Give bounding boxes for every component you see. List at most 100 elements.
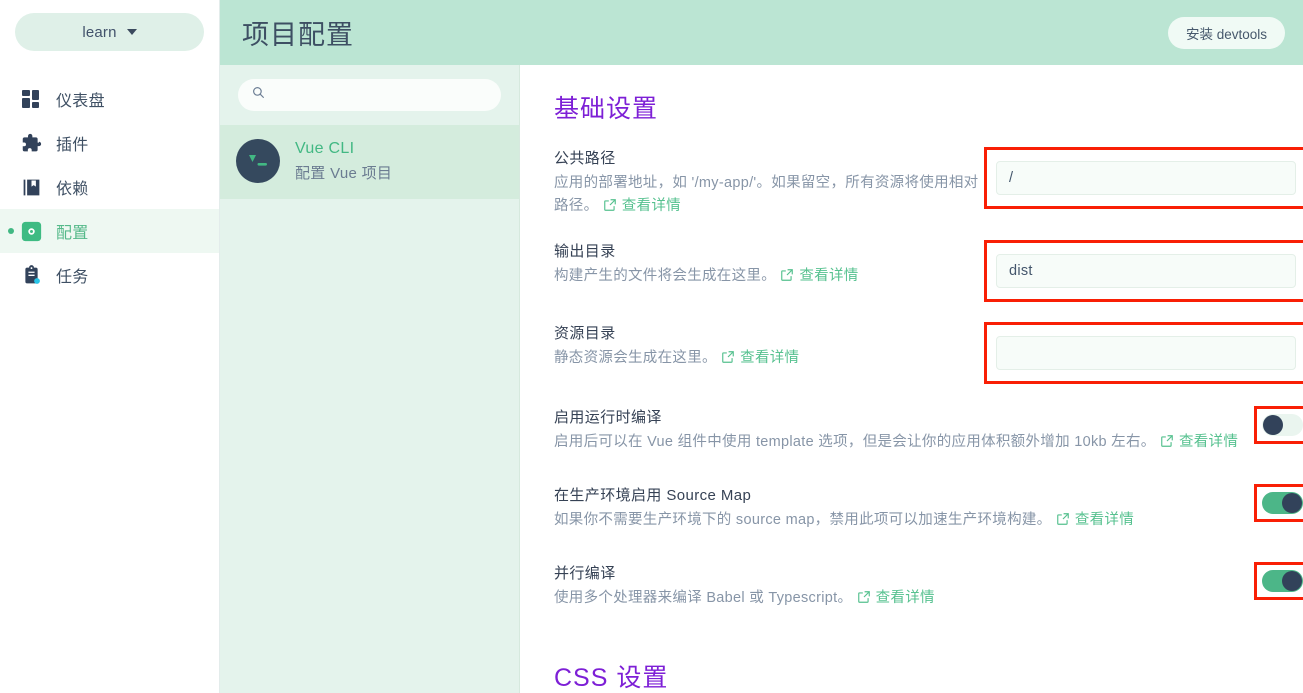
annotation-box-output-dir bbox=[984, 240, 1303, 302]
page-header: 项目配置 安装 devtools bbox=[220, 0, 1303, 65]
page-title: 项目配置 bbox=[242, 20, 354, 50]
field-info: 输出目录 构建产生的文件将会生成在这里。 查看详情 bbox=[554, 240, 984, 290]
field-info: 在生产环境启用 Source Map 如果你不需要生产环境下的 source m… bbox=[554, 484, 1254, 534]
view-details-link[interactable]: 查看详情 bbox=[780, 268, 858, 284]
sidebar-nav-list: 仪表盘 插件 依赖 配置 任务 bbox=[0, 77, 219, 297]
annotation-box-production-source-map bbox=[1254, 484, 1303, 522]
search-input[interactable] bbox=[273, 87, 487, 103]
field-description-text: 启用后可以在 Vue 组件中使用 template 选项，但是会让你的应用体积额… bbox=[554, 434, 1156, 450]
book-icon bbox=[20, 176, 42, 198]
field-control bbox=[984, 322, 1303, 384]
toggle-knob bbox=[1282, 493, 1302, 513]
search-icon bbox=[252, 86, 265, 104]
field-label: 并行编译 bbox=[554, 565, 616, 582]
config-item-texts: Vue CLI 配置 Vue 项目 bbox=[295, 140, 392, 183]
field-row-runtime-compiler: 启用运行时编译 启用后可以在 Vue 组件中使用 template 选项，但是会… bbox=[554, 406, 1303, 456]
view-details-label: 查看详情 bbox=[1178, 434, 1239, 450]
field-label: 在生产环境启用 Source Map bbox=[554, 487, 752, 504]
field-label: 启用运行时编译 bbox=[554, 409, 662, 426]
external-link-icon bbox=[1056, 511, 1070, 534]
field-control bbox=[1254, 562, 1303, 600]
project-switcher-button[interactable]: learn bbox=[15, 13, 204, 51]
sidebar-item-label: 插件 bbox=[56, 137, 89, 154]
field-description: 如果你不需要生产环境下的 source map，禁用此项可以加速生产环境构建。 … bbox=[554, 509, 1254, 534]
vue-cli-ui-window: learn 仪表盘 插件 依赖 配置 任务 项目配置 安装 devtools V… bbox=[0, 0, 1303, 693]
view-details-label: 查看详情 bbox=[799, 268, 859, 284]
field-description: 构建产生的文件将会生成在这里。 查看详情 bbox=[554, 265, 984, 290]
view-details-link[interactable]: 查看详情 bbox=[857, 590, 935, 606]
sidebar-item-tasks[interactable]: 任务 bbox=[0, 253, 219, 297]
sidebar: learn 仪表盘 插件 依赖 配置 任务 bbox=[0, 0, 220, 693]
sidebar-item-label: 配置 bbox=[56, 225, 89, 242]
field-info: 并行编译 使用多个处理器来编译 Babel 或 Typescript。 查看详情 bbox=[554, 562, 1254, 612]
field-label: 公共路径 bbox=[554, 150, 616, 167]
assets-dir-input[interactable] bbox=[996, 336, 1296, 370]
config-item-name: Vue CLI bbox=[295, 139, 355, 157]
parallel-toggle[interactable] bbox=[1262, 570, 1303, 592]
view-details-label: 查看详情 bbox=[875, 590, 935, 606]
field-row-parallel: 并行编译 使用多个处理器来编译 Babel 或 Typescript。 查看详情 bbox=[554, 562, 1303, 612]
external-link-icon bbox=[857, 589, 871, 612]
view-details-label: 查看详情 bbox=[621, 198, 681, 214]
sidebar-item-dashboard[interactable]: 仪表盘 bbox=[0, 77, 219, 121]
field-info: 资源目录 静态资源会生成在这里。 查看详情 bbox=[554, 322, 984, 372]
external-link-icon bbox=[603, 197, 617, 220]
external-link-icon bbox=[721, 349, 735, 372]
field-description-text: 如果你不需要生产环境下的 source map，禁用此项可以加速生产环境构建。 bbox=[554, 512, 1052, 528]
view-details-label: 查看详情 bbox=[740, 350, 800, 366]
runtime-compiler-toggle[interactable] bbox=[1262, 414, 1303, 436]
field-control bbox=[984, 240, 1303, 302]
field-info: 启用运行时编译 启用后可以在 Vue 组件中使用 template 选项，但是会… bbox=[554, 406, 1254, 456]
public-path-input[interactable] bbox=[996, 161, 1296, 195]
sidebar-item-plugins[interactable]: 插件 bbox=[0, 121, 219, 165]
field-control bbox=[1254, 406, 1303, 444]
view-details-link[interactable]: 查看详情 bbox=[1160, 434, 1238, 450]
search-wrapper bbox=[220, 65, 519, 125]
external-link-icon bbox=[1160, 433, 1174, 456]
field-control bbox=[1254, 484, 1303, 522]
section-title-basic: 基础设置 bbox=[554, 95, 659, 123]
config-list-item-vue-cli[interactable]: Vue CLI 配置 Vue 项目 bbox=[220, 125, 519, 199]
body-area: Vue CLI 配置 Vue 项目 基础设置 公共路径 应用的部署地址，如 '/… bbox=[220, 65, 1303, 693]
install-devtools-button[interactable]: 安装 devtools bbox=[1167, 16, 1285, 49]
field-info: 公共路径 应用的部署地址，如 '/my-app/'。如果留空，所有资源将使用相对… bbox=[554, 147, 984, 220]
main-region: 项目配置 安装 devtools Vue CLI 配置 Vue 项目 基础设置 … bbox=[220, 0, 1303, 693]
field-description: 静态资源会生成在这里。 查看详情 bbox=[554, 347, 984, 372]
field-description: 应用的部署地址，如 '/my-app/'。如果留空，所有资源将使用相对路径。 查… bbox=[554, 172, 984, 220]
toggle-knob bbox=[1282, 571, 1302, 591]
view-details-link[interactable]: 查看详情 bbox=[603, 198, 681, 214]
field-label: 输出目录 bbox=[554, 243, 616, 260]
gear-icon bbox=[20, 220, 42, 242]
section-title-css: CSS 设置 bbox=[554, 664, 669, 692]
settings-detail-pane: 基础设置 公共路径 应用的部署地址，如 '/my-app/'。如果留空，所有资源… bbox=[520, 65, 1303, 693]
field-description: 使用多个处理器来编译 Babel 或 Typescript。 查看详情 bbox=[554, 587, 1254, 612]
sidebar-item-configuration[interactable]: 配置 bbox=[0, 209, 219, 253]
output-dir-input[interactable] bbox=[996, 254, 1296, 288]
annotation-box-assets-dir bbox=[984, 322, 1303, 384]
view-details-link[interactable]: 查看详情 bbox=[721, 350, 799, 366]
vue-cli-terminal-icon bbox=[236, 139, 280, 183]
sidebar-item-label: 仪表盘 bbox=[56, 93, 105, 110]
field-row-public-path: 公共路径 应用的部署地址，如 '/my-app/'。如果留空，所有资源将使用相对… bbox=[554, 147, 1303, 220]
field-description-text: 使用多个处理器来编译 Babel 或 Typescript。 bbox=[554, 590, 853, 606]
production-source-map-toggle[interactable] bbox=[1262, 492, 1303, 514]
sidebar-item-label: 任务 bbox=[56, 269, 89, 286]
toggle-knob bbox=[1263, 415, 1283, 435]
project-switcher-label: learn bbox=[82, 23, 117, 41]
annotation-box-runtime-compiler bbox=[1254, 406, 1303, 444]
field-row-production-source-map: 在生产环境启用 Source Map 如果你不需要生产环境下的 source m… bbox=[554, 484, 1303, 534]
clipboard-icon bbox=[20, 264, 42, 286]
sidebar-item-label: 依赖 bbox=[56, 181, 89, 198]
search-box[interactable] bbox=[238, 79, 501, 111]
view-details-link[interactable]: 查看详情 bbox=[1056, 512, 1134, 528]
field-label: 资源目录 bbox=[554, 325, 616, 342]
field-control bbox=[984, 147, 1303, 209]
config-list-panel: Vue CLI 配置 Vue 项目 bbox=[220, 65, 520, 693]
active-indicator-dot bbox=[8, 228, 14, 234]
annotation-box-parallel bbox=[1254, 562, 1303, 600]
external-link-icon bbox=[780, 267, 794, 290]
sidebar-item-dependencies[interactable]: 依赖 bbox=[0, 165, 219, 209]
annotation-box-public-path bbox=[984, 147, 1303, 209]
view-details-label: 查看详情 bbox=[1074, 512, 1135, 528]
chevron-down-icon bbox=[126, 29, 137, 35]
